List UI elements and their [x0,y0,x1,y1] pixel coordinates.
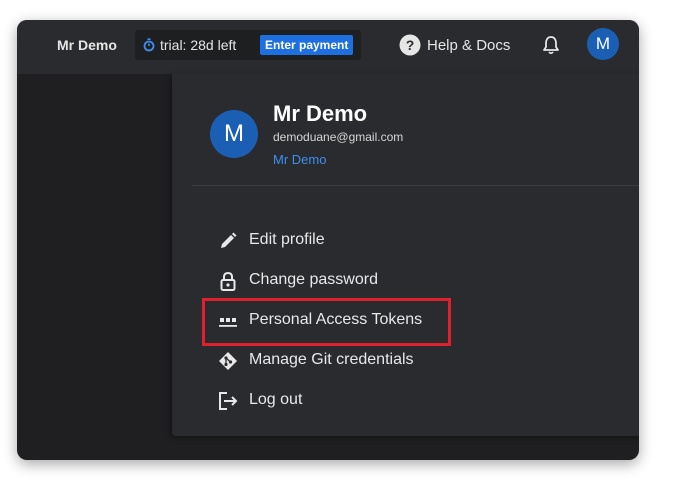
logout-icon [219,392,238,410]
menu-item-label: Log out [249,391,303,408]
git-icon [219,352,237,370]
workspace-user-name[interactable]: Mr Demo [57,37,117,53]
trial-text: trial: 28d left [160,37,237,53]
profile-email: demoduane@gmail.com [273,130,404,144]
question-circle-icon: ? [399,34,421,56]
enter-payment-button[interactable]: Enter payment [260,35,354,55]
top-bar: Mr Demo trial: 28d left Enter payment ? … [17,20,639,74]
menu-item-label: Edit profile [249,231,325,248]
menu-item-log-out[interactable]: Log out [218,389,478,413]
user-menu-dropdown: M Mr Demo demoduane@gmail.com Mr Demo Ed… [172,74,639,436]
menu-item-label: Change password [249,271,378,288]
pencil-icon [221,232,237,248]
profile-link[interactable]: Mr Demo [273,152,326,167]
profile-avatar: M [210,110,258,158]
svg-text:?: ? [406,37,415,53]
app-window: Mr Demo trial: 28d left Enter payment ? … [17,20,639,460]
bell-icon[interactable] [542,35,560,55]
profile-name: Mr Demo [273,101,368,126]
stopwatch-icon [143,38,155,52]
menu-item-edit-profile[interactable]: Edit profile [218,229,478,253]
menu-item-manage-git-credentials[interactable]: Manage Git credentials [218,349,478,373]
help-docs-label: Help & Docs [427,37,511,54]
user-avatar-button[interactable]: M [587,28,619,60]
lock-icon [220,271,236,291]
highlight-box [202,298,451,346]
menu-item-label: Manage Git credentials [249,351,414,368]
menu-item-change-password[interactable]: Change password [218,269,478,293]
trial-status[interactable]: trial: 28d left Enter payment [135,30,361,60]
menu-divider [192,185,639,186]
